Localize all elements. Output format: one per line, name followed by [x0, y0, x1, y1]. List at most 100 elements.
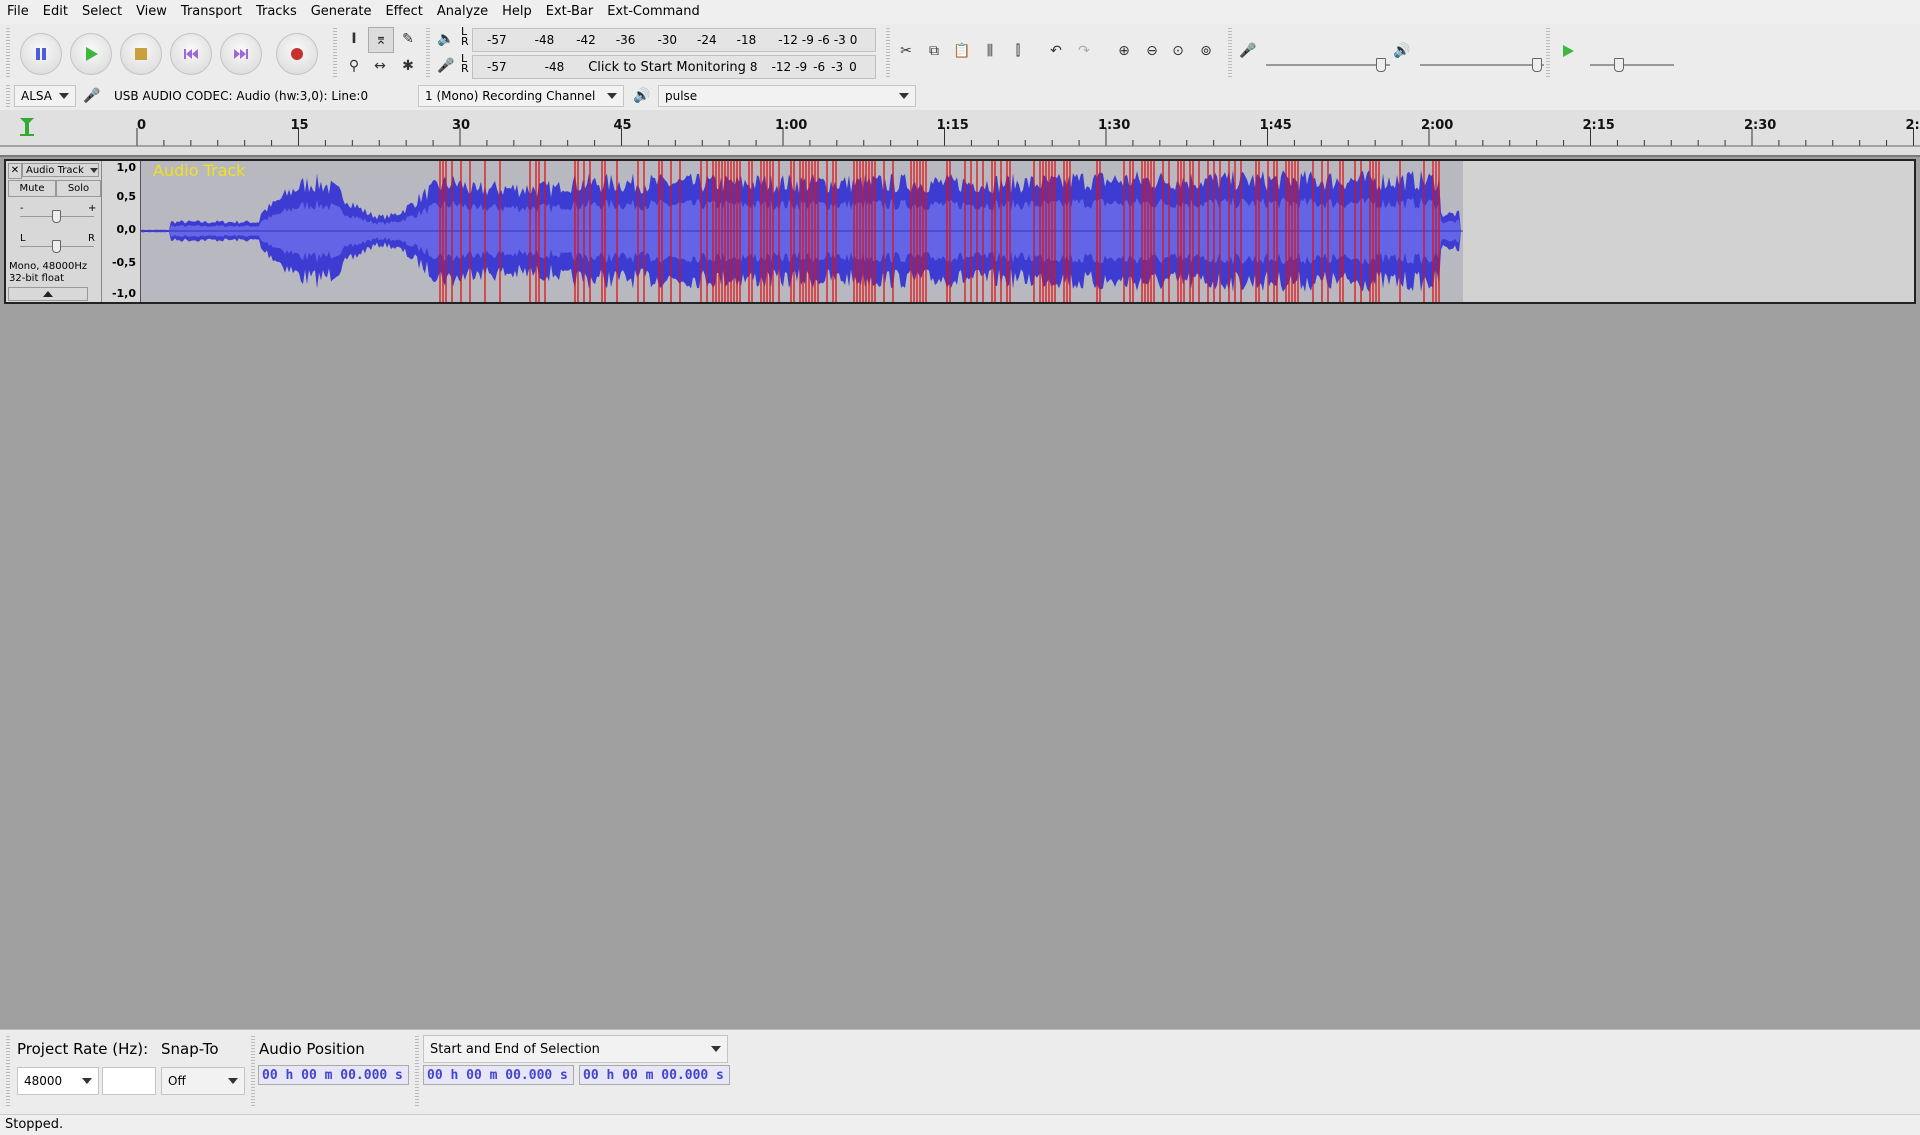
snap-to-input[interactable]	[102, 1067, 156, 1095]
envelope-tool-button[interactable]: ⌆	[368, 27, 394, 53]
playback-volume-icon-button: 🔊	[1390, 39, 1414, 63]
playback-volume-track	[1420, 64, 1544, 66]
selection-tool-button[interactable]: I	[342, 27, 366, 51]
menu-select[interactable]: Select	[75, 0, 129, 24]
speaker-meter-button[interactable]: 🔈	[434, 27, 458, 51]
track-empty-area[interactable]	[1463, 161, 1914, 302]
menu-edit[interactable]: Edit	[36, 0, 75, 24]
chevron-down-icon	[228, 1078, 238, 1084]
selection-mode-dropdown[interactable]: Start and End of Selection	[423, 1035, 728, 1063]
selection-end-field[interactable]: 00 h 00 m 00.000 s	[579, 1065, 730, 1085]
speed-track	[1590, 64, 1674, 66]
menu-file[interactable]: File	[0, 0, 36, 24]
gain-slider[interactable]	[52, 210, 61, 223]
recording-meter[interactable]: -57 -48 Click to Start Monitoring 8 -12 …	[472, 55, 876, 79]
ruler-label: 15	[290, 118, 309, 133]
scissors-icon: ✂	[900, 43, 912, 59]
selection-toolbar: Project Rate (Hz): 48000 Snap-To Off Aud…	[0, 1029, 1920, 1115]
pan-slider[interactable]	[52, 240, 61, 253]
toolbar-grip[interactable]	[6, 1036, 10, 1108]
magnifier-icon: ⚲	[348, 58, 360, 74]
recording-device-dropdown[interactable]: USB AUDIO CODEC: Audio (hw:3,0): Line:0	[108, 85, 414, 107]
recording-volume-slider[interactable]	[1376, 58, 1386, 72]
track-menu-button[interactable]: Audio Track	[22, 163, 99, 177]
toolbar-grip[interactable]	[251, 1036, 255, 1108]
menu-ext-bar[interactable]: Ext-Bar	[539, 0, 600, 24]
project-rate-combobox[interactable]: 48000	[17, 1067, 99, 1095]
menu-ext-command[interactable]: Ext-Command	[600, 0, 707, 24]
multi-tool-button[interactable]: ✱	[396, 54, 420, 78]
zoom-tool-button[interactable]: ⚲	[342, 54, 366, 78]
toolbar-grip[interactable]	[426, 28, 430, 78]
playback-speed-slider[interactable]	[1614, 58, 1624, 72]
meter-tick: -9	[795, 60, 808, 74]
mute-button[interactable]: Mute	[8, 180, 56, 197]
menu-help[interactable]: Help	[495, 0, 539, 24]
menu-transport[interactable]: Transport	[174, 0, 249, 24]
fit-project-button[interactable]: ⊚	[1194, 39, 1218, 63]
toolbar-grip[interactable]	[415, 1036, 419, 1108]
toolbar-grip[interactable]	[6, 85, 10, 107]
menu-tracks[interactable]: Tracks	[249, 0, 304, 24]
waveform-area[interactable]: Audio Track	[141, 161, 1463, 302]
paste-button[interactable]: 📋	[950, 39, 974, 63]
toolbar-grip[interactable]	[1228, 28, 1232, 78]
chevron-down-icon	[711, 1046, 721, 1052]
play-at-speed-button[interactable]	[1556, 39, 1580, 63]
audio-host-dropdown[interactable]: ALSA	[14, 85, 76, 107]
close-track-button[interactable]: ✕	[8, 163, 22, 179]
playback-device-dropdown[interactable]: pulse	[658, 85, 916, 107]
skip-end-icon	[234, 49, 248, 59]
undo-button[interactable]: ↶	[1044, 39, 1068, 63]
toolbar-grip[interactable]	[1546, 28, 1550, 78]
play-icon	[1563, 45, 1574, 57]
meter-tick: -42	[576, 33, 596, 47]
fit-selection-button[interactable]: ⊙	[1166, 39, 1190, 63]
cut-button[interactable]: ✂	[894, 39, 918, 63]
meter-tick: -57	[487, 33, 507, 47]
menu-generate[interactable]: Generate	[304, 0, 379, 24]
meter-tick: -18	[736, 33, 757, 47]
skip-to-end-button[interactable]	[220, 33, 262, 75]
silence-button[interactable]: ⫿	[1006, 39, 1030, 63]
mic-meter-button[interactable]: 🎤	[434, 54, 458, 78]
start-monitoring-prompt[interactable]: Click to Start Monitoring	[588, 60, 746, 75]
toolbar-grip[interactable]	[886, 28, 890, 78]
playback-volume-slider[interactable]	[1532, 58, 1542, 72]
meter-tick: -6	[813, 60, 826, 74]
menu-effect[interactable]: Effect	[378, 0, 429, 24]
selection-start-field[interactable]: 00 h 00 m 00.000 s	[423, 1065, 574, 1085]
zoom-in-button[interactable]: ⊕	[1112, 39, 1136, 63]
audio-position-field[interactable]: 00 h 00 m 00.000 s	[258, 1065, 409, 1085]
collapse-track-button[interactable]	[8, 287, 88, 301]
track-name: Audio Track	[26, 164, 84, 176]
audio-track[interactable]: ✕ Audio Track Mute Solo - + L R Mono, 48…	[4, 159, 1916, 304]
record-icon	[291, 48, 303, 60]
trim-button[interactable]: ⫼	[978, 39, 1002, 63]
meter-tick: -6	[817, 33, 830, 47]
gain-plus-label: +	[88, 203, 97, 214]
copy-button[interactable]: ⧉	[922, 39, 946, 63]
draw-tool-button[interactable]: ✎	[396, 27, 420, 51]
solo-button[interactable]: Solo	[56, 180, 101, 197]
toolbar-grip[interactable]	[6, 28, 10, 78]
menu-analyze[interactable]: Analyze	[430, 0, 495, 24]
meter-tick: -12	[778, 33, 798, 47]
pause-button[interactable]	[20, 33, 62, 75]
menu-view[interactable]: View	[129, 0, 174, 24]
time-shift-tool-button[interactable]: ↔	[368, 54, 392, 78]
stop-button[interactable]	[120, 33, 162, 75]
skip-to-start-button[interactable]	[170, 33, 212, 75]
track-name-overlay: Audio Track	[153, 161, 246, 180]
playback-meter[interactable]: -57 -48 -42 -36 -30 -24 -18 -12 -9 -6 -3 0	[472, 28, 876, 52]
toolbar-grip[interactable]	[333, 28, 337, 78]
redo-button[interactable]: ↷	[1072, 39, 1096, 63]
zoom-out-button[interactable]: ⊖	[1140, 39, 1164, 63]
record-button[interactable]	[276, 33, 318, 75]
recording-channels-dropdown[interactable]: 1 (Mono) Recording Channel	[418, 85, 624, 107]
timeline-ruler[interactable]: 0 15 30 45 1:00 1:15 1:30 1:45 2:00 2:15 2:30 2:45	[0, 110, 1920, 157]
play-button[interactable]	[70, 33, 112, 75]
audio-position-value: 00 h 00 m 00.000 s	[262, 1067, 403, 1083]
snap-to-dropdown[interactable]: Off	[161, 1067, 245, 1095]
track-control-panel: ✕ Audio Track Mute Solo - + L R Mono, 48…	[6, 161, 102, 302]
